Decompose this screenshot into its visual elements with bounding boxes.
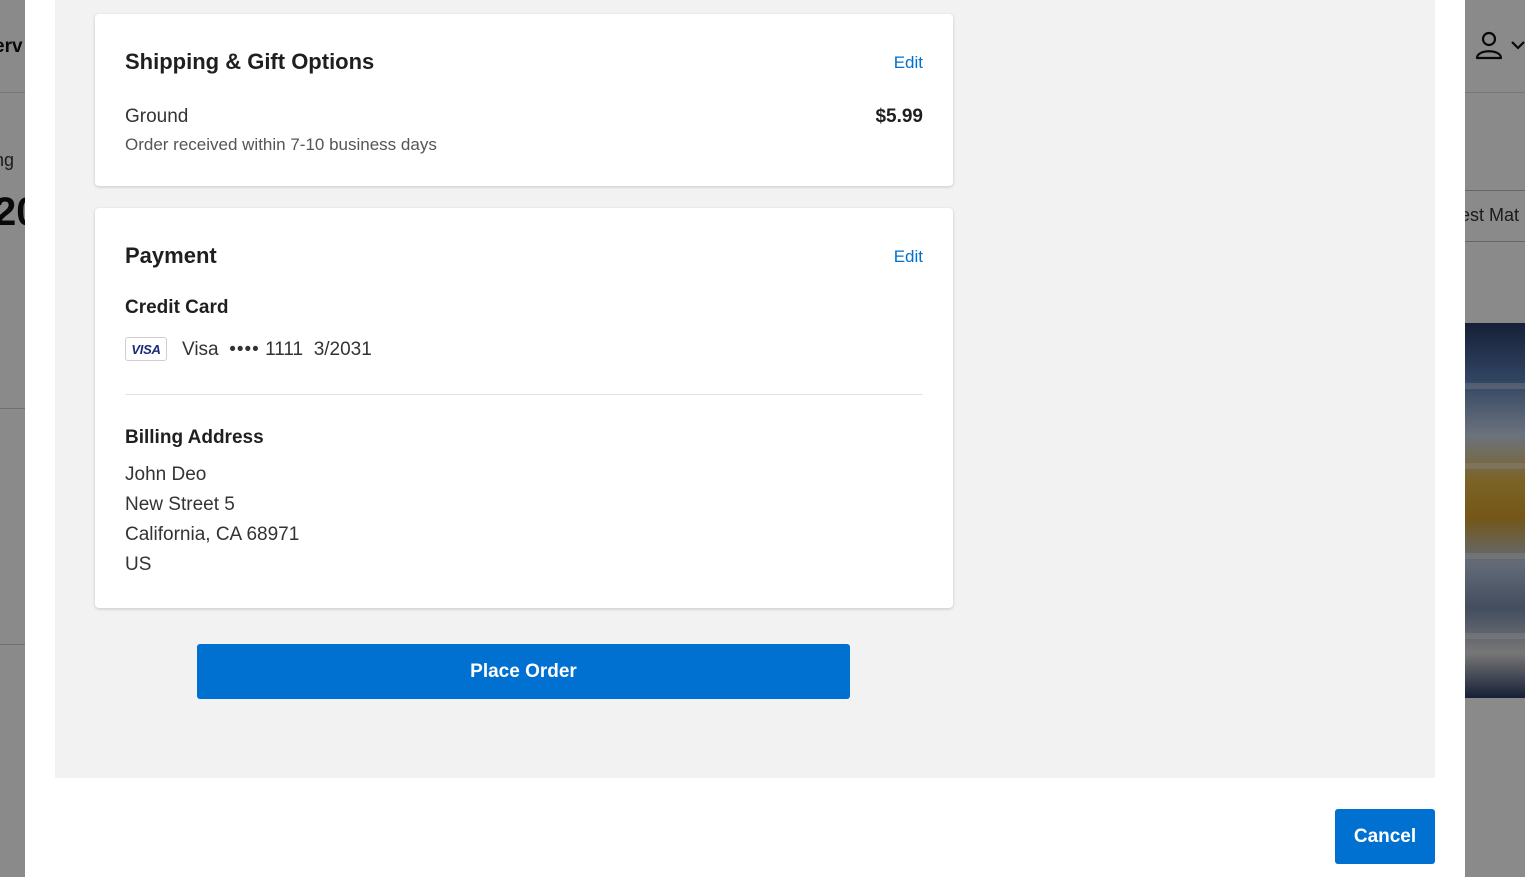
edit-payment-link[interactable]: Edit — [894, 247, 923, 267]
modal-body: Shipping & Gift Options Edit Ground Orde… — [55, 0, 1435, 778]
billing-country: US — [125, 554, 152, 575]
card-last4: 1111 — [265, 339, 304, 360]
billing-address-label: Billing Address — [125, 427, 264, 448]
payment-title: Payment — [125, 243, 217, 268]
edit-shipping-link[interactable]: Edit — [894, 53, 923, 73]
cancel-button[interactable]: Cancel — [1335, 809, 1435, 864]
payment-divider — [125, 394, 923, 395]
shipping-options-card: Shipping & Gift Options Edit Ground Orde… — [95, 14, 953, 186]
card-mask: •••• — [229, 339, 260, 360]
billing-name: John Deo — [125, 464, 207, 485]
shipping-description: Order received within 7-10 business days — [125, 135, 437, 154]
shipping-method: Ground — [125, 106, 189, 127]
payment-card: Payment Edit Credit Card VISA Visa •••• … — [95, 208, 953, 608]
card-details: Visa •••• 1111 3/2031 — [182, 339, 372, 361]
checkout-modal: Shipping & Gift Options Edit Ground Orde… — [25, 0, 1465, 877]
billing-street: New Street 5 — [125, 494, 235, 515]
place-order-button[interactable]: Place Order — [197, 644, 850, 699]
shipping-price: $5.99 — [875, 106, 923, 127]
card-expiry: 3/2031 — [313, 339, 372, 360]
visa-logo-icon: VISA — [125, 337, 167, 361]
shipping-title: Shipping & Gift Options — [125, 49, 375, 74]
visa-logo-text: VISA — [131, 341, 161, 357]
billing-city-state-zip: California, CA 68971 — [125, 524, 300, 545]
card-brand: Visa — [182, 339, 219, 360]
payment-method-label: Credit Card — [125, 297, 229, 318]
